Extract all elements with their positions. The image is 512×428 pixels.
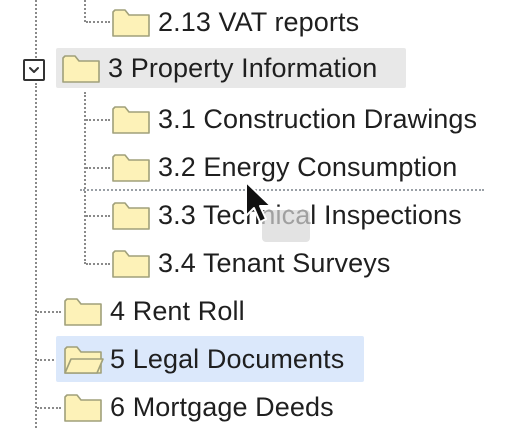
arrow-cursor-icon	[245, 181, 272, 223]
tree-node-label: 2.13 VAT reports	[158, 6, 360, 37]
tree-connector	[86, 119, 110, 121]
tree-node-label: 3.1 Construction Drawings	[158, 103, 478, 134]
tree-node-label: 4 Rent Roll	[110, 295, 245, 326]
tree-node-2-13[interactable]: 2.13 VAT reports	[110, 2, 359, 42]
tree-connector	[37, 311, 61, 313]
tree-connector	[84, 0, 86, 22]
tree-node-label: 3.4 Tenant Surveys	[158, 247, 391, 278]
folder-icon	[112, 154, 150, 182]
folder-open-icon	[64, 346, 104, 374]
tree-connector	[84, 92, 86, 264]
drop-indicator	[80, 189, 484, 191]
tree-node-3-4[interactable]: 3.4 Tenant Surveys	[110, 243, 390, 283]
folder-tree: 2.13 VAT reports 3 Property Information …	[0, 0, 512, 428]
tree-connector	[35, 83, 37, 428]
tree-connector	[86, 21, 110, 23]
tree-node-3-2[interactable]: 3.2 Energy Consumption	[110, 147, 457, 187]
tree-connector	[86, 215, 110, 217]
collapse-toggle[interactable]	[23, 59, 45, 81]
folder-icon	[62, 55, 100, 83]
folder-icon	[64, 394, 102, 422]
tree-node-3[interactable]: 3 Property Information	[56, 48, 406, 88]
tree-node-6[interactable]: 6 Mortgage Deeds	[62, 387, 334, 427]
tree-connector	[35, 0, 37, 58]
tree-node-5[interactable]: 5 Legal Documents	[56, 336, 364, 382]
tree-node-4[interactable]: 4 Rent Roll	[62, 291, 245, 331]
tree-connector	[86, 167, 110, 169]
folder-icon	[112, 250, 150, 278]
tree-connector	[86, 263, 110, 265]
tree-connector	[37, 407, 61, 409]
chevron-down-icon	[29, 67, 39, 73]
tree-node-label: 6 Mortgage Deeds	[110, 391, 334, 422]
folder-icon	[64, 298, 102, 326]
folder-icon	[112, 202, 150, 230]
tree-node-3-1[interactable]: 3.1 Construction Drawings	[110, 99, 477, 139]
tree-node-label: 3.2 Energy Consumption	[158, 151, 458, 182]
tree-node-label: 5 Legal Documents	[110, 343, 345, 374]
folder-icon	[112, 9, 150, 37]
folder-icon	[112, 106, 150, 134]
tree-node-label: 3 Property Information	[108, 52, 378, 83]
